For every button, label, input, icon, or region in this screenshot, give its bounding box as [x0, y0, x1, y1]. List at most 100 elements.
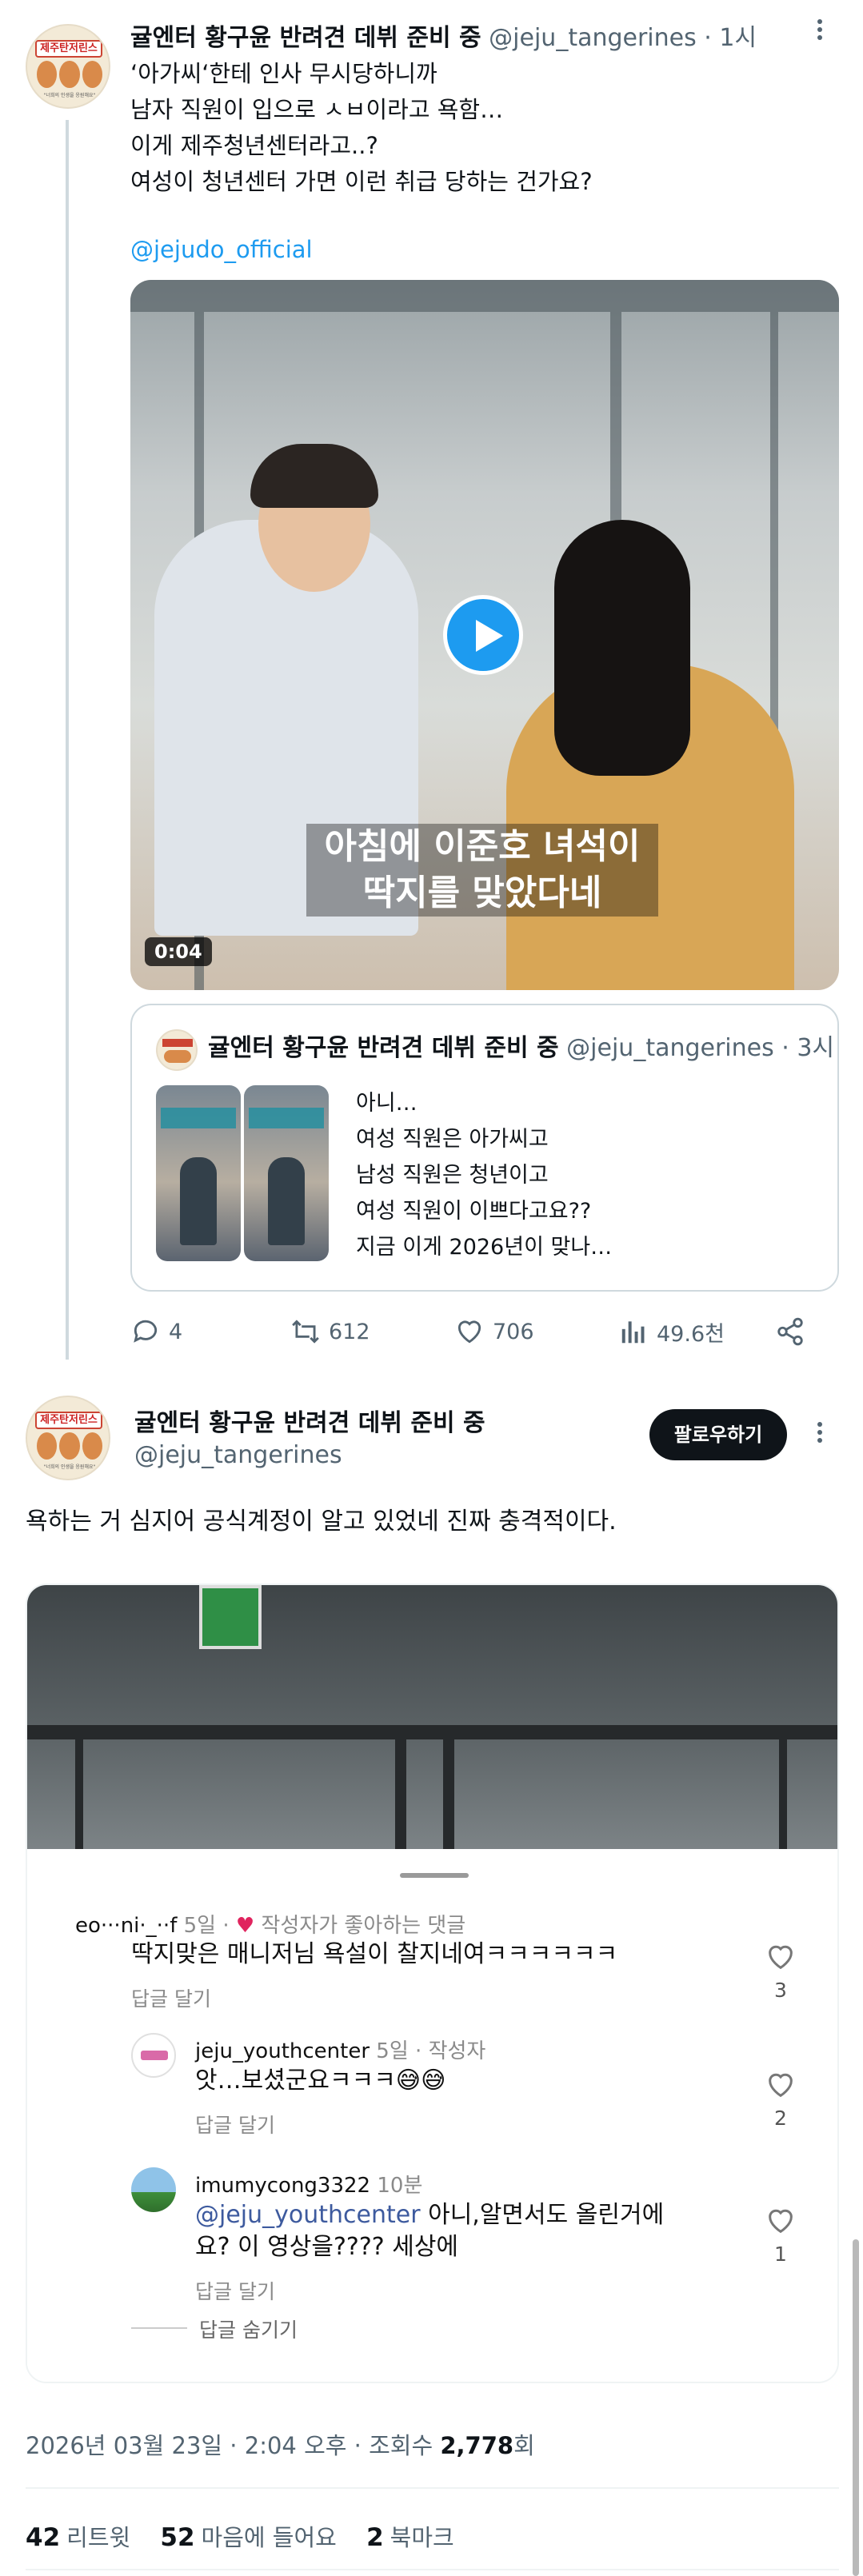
views-count: 49.6천 [657, 1321, 725, 1347]
like-button[interactable]: 706 [454, 1312, 534, 1352]
tweet-time[interactable]: · 1시 [704, 24, 757, 52]
share-button[interactable] [775, 1312, 805, 1352]
heart-outline-icon [457, 1320, 481, 1344]
quote-time: · 3시 [781, 1034, 835, 1062]
views-suffix: 회 [513, 2432, 535, 2459]
heart-icon[interactable] [765, 2205, 797, 2237]
red-heart-icon: ♥ [235, 1914, 255, 1938]
video-player[interactable]: 아침에 이준호 녀석이 딱지를 맞았다네 0:04 [130, 280, 839, 990]
retweet-stat-count: 42 [26, 2523, 61, 2552]
mention-link[interactable]: @jejudo_official [130, 232, 313, 268]
reply-button[interactable]: 4 [130, 1312, 182, 1352]
comment-3-reply[interactable]: 답글 달기 [195, 2276, 275, 2305]
retweet-button[interactable]: 612 [290, 1312, 370, 1352]
person-hair [250, 444, 378, 508]
comment-3-user[interactable]: imumycong3322 [195, 2174, 370, 2198]
comments-sheet: eo···ni·_··f 5일 · ♥ 작성자가 좋아하는 댓글 딱지맞은 매니… [27, 1849, 837, 2382]
tweet-text: ‘아가씨‘한테 인사 무시당하니까 남자 직원이 입으로 ㅅㅂ이라고 욕함… 이… [130, 60, 593, 195]
heart-icon[interactable] [765, 1941, 797, 1973]
comment-2-likes: 2 [774, 2107, 787, 2130]
more-icon-2[interactable] [808, 1419, 832, 1451]
comment-1-meta: eo···ni·_··f 5일 · ♥ 작성자가 좋아하는 댓글 [75, 1914, 466, 1938]
comment-2-meta: jeju_youthcenter 5일 · 작성자 [195, 2039, 486, 2063]
tweet-header: 귤엔터 황구윤 반려견 데뷔 준비 중 @jeju_tangerines · 1… [130, 22, 757, 54]
comment-2-time: 5일 [376, 2039, 409, 2063]
handle[interactable]: @jeju_tangerines [489, 24, 697, 52]
follow-button[interactable]: 팔로우하기 [649, 1409, 787, 1460]
comment-3-mention[interactable]: @jeju_youthcenter [195, 2201, 421, 2229]
like-stat-count: 52 [160, 2523, 195, 2552]
comment-3-text-line2: 요? 이 영상을???? 세상에 [195, 2233, 459, 2261]
avatar-tagline: "너희의 인생을 응원해요" [43, 93, 96, 98]
handle-2[interactable]: @jeju_tangerines [134, 1441, 342, 1469]
thread-line [66, 120, 69, 1360]
bookmark-stat-count: 2 [366, 2523, 384, 2552]
exit-sign-icon [199, 1585, 262, 1649]
comment-1-likes: 3 [774, 1979, 787, 2002]
person-woman-hair [554, 520, 690, 776]
quote-thumbnail-1 [156, 1085, 241, 1261]
views-value: 2,778 [440, 2432, 514, 2459]
display-name-2[interactable]: 귤엔터 황구윤 반려견 데뷔 준비 중 [134, 1409, 485, 1437]
reply-count: 4 [169, 1319, 183, 1344]
scrollbar[interactable] [853, 2239, 859, 2576]
timestamp-date: 2026년 03월 23일 · 2:04 오후 · 조회수 [26, 2432, 441, 2459]
quote-display-name: 귤엔터 황구윤 반려견 데뷔 준비 중 [208, 1034, 559, 1062]
comment-1-reply[interactable]: 답글 달기 [131, 1983, 211, 2012]
comment-3-text-line1: @jeju_youthcenter 아니,알면서도 올린거에 [195, 2199, 664, 2231]
tweet2-text: 욕하는 거 심지어 공식계정이 알고 있었네 진짜 충격적이다. [26, 1508, 617, 1536]
quote-tweet[interactable]: 귤엔터 황구윤 반려견 데뷔 준비 중 @jeju_tangerines · 3… [130, 1004, 839, 1292]
comment-3-meta: imumycong3322 10분 [195, 2169, 422, 2199]
avatar[interactable]: 제주탄저린스 "너희의 인생을 응원해요" [26, 24, 110, 109]
retweet-icon [292, 1320, 319, 1344]
like-count: 706 [493, 1319, 534, 1344]
comment-1-user[interactable]: eo···ni·_··f [75, 1914, 177, 1938]
avatar-2-sign: 제주탄저린스 [35, 1412, 102, 1429]
reply-icon [134, 1320, 158, 1343]
like-stat[interactable]: 52 마음에 들어요 [160, 2523, 336, 2552]
avatar-faces [37, 61, 102, 88]
display-name[interactable]: 귤엔터 황구윤 반려견 데뷔 준비 중 [130, 24, 481, 52]
avatar-2[interactable]: 제주탄저린스 "너희의 인생을 응원해요" [26, 1396, 110, 1480]
retweet-count: 612 [329, 1319, 370, 1344]
divider [131, 2327, 187, 2329]
tweet-timestamp[interactable]: 2026년 03월 23일 · 2:04 오후 · 조회수 2,778회 [26, 2427, 535, 2461]
tweet-stats: 42 리트윗 52 마음에 들어요 2 북마크 [26, 2519, 477, 2553]
video-caption-line2: 딱지를 맞았다네 [306, 870, 658, 917]
comment-2-reply[interactable]: 답글 달기 [195, 2110, 275, 2139]
comment-1-time: 5일 [183, 1914, 217, 1938]
hide-replies-button[interactable]: 답글 숨기기 [199, 2314, 298, 2343]
quote-text: 아니… 여성 직원은 아가씨고 남성 직원은 청년이고 여성 직원이 이쁘다고요… [356, 1091, 613, 1260]
views-icon [621, 1321, 645, 1344]
tweet2-display-name: 귤엔터 황구윤 반려견 데뷔 준비 중 [134, 1408, 485, 1440]
avatar-sign: 제주탄저린스 [35, 40, 102, 58]
more-icon[interactable] [808, 16, 832, 48]
video-background [27, 1585, 837, 1851]
avatar-2-tagline: "너희의 인생을 응원해요" [43, 1464, 96, 1470]
quote-header: 귤엔터 황구윤 반려견 데뷔 준비 중 @jeju_tangerines · 3… [208, 1032, 834, 1064]
comment-1-badge: 작성자가 좋아하는 댓글 [261, 1914, 466, 1938]
comment-2-avatar[interactable] [131, 2033, 176, 2078]
quote-thumbnail-2 [244, 1085, 329, 1261]
tweet2-handle: @jeju_tangerines [134, 1440, 342, 1472]
video-caption-line1: 아침에 이준호 녀석이 [306, 824, 658, 870]
views-button[interactable]: 49.6천 [618, 1312, 725, 1352]
bookmark-stat-label: 북마크 [390, 2524, 454, 2551]
comment-3-time: 10분 [377, 2174, 423, 2198]
bookmark-stat[interactable]: 2 북마크 [366, 2523, 454, 2552]
heart-icon[interactable] [765, 2069, 797, 2101]
tweet-actions: 4 612 706 49.6천 [130, 1312, 839, 1352]
comment-3-avatar[interactable] [131, 2167, 176, 2212]
drag-handle[interactable] [400, 1873, 469, 1878]
share-icon [777, 1317, 803, 1346]
comment-2-user[interactable]: jeju_youthcenter [195, 2039, 370, 2063]
embedded-screenshot[interactable]: eo···ni·_··f 5일 · ♥ 작성자가 좋아하는 댓글 딱지맞은 매니… [26, 1584, 839, 2383]
video-duration: 0:04 [145, 937, 212, 966]
retweet-stat[interactable]: 42 리트윗 [26, 2523, 130, 2552]
play-button[interactable] [443, 595, 523, 675]
quote-avatar [156, 1029, 198, 1071]
comment-3-likes: 1 [774, 2243, 787, 2266]
comment-2-badge: 작성자 [428, 2039, 486, 2063]
divider [26, 2569, 839, 2570]
avatar-2-faces [37, 1432, 102, 1460]
